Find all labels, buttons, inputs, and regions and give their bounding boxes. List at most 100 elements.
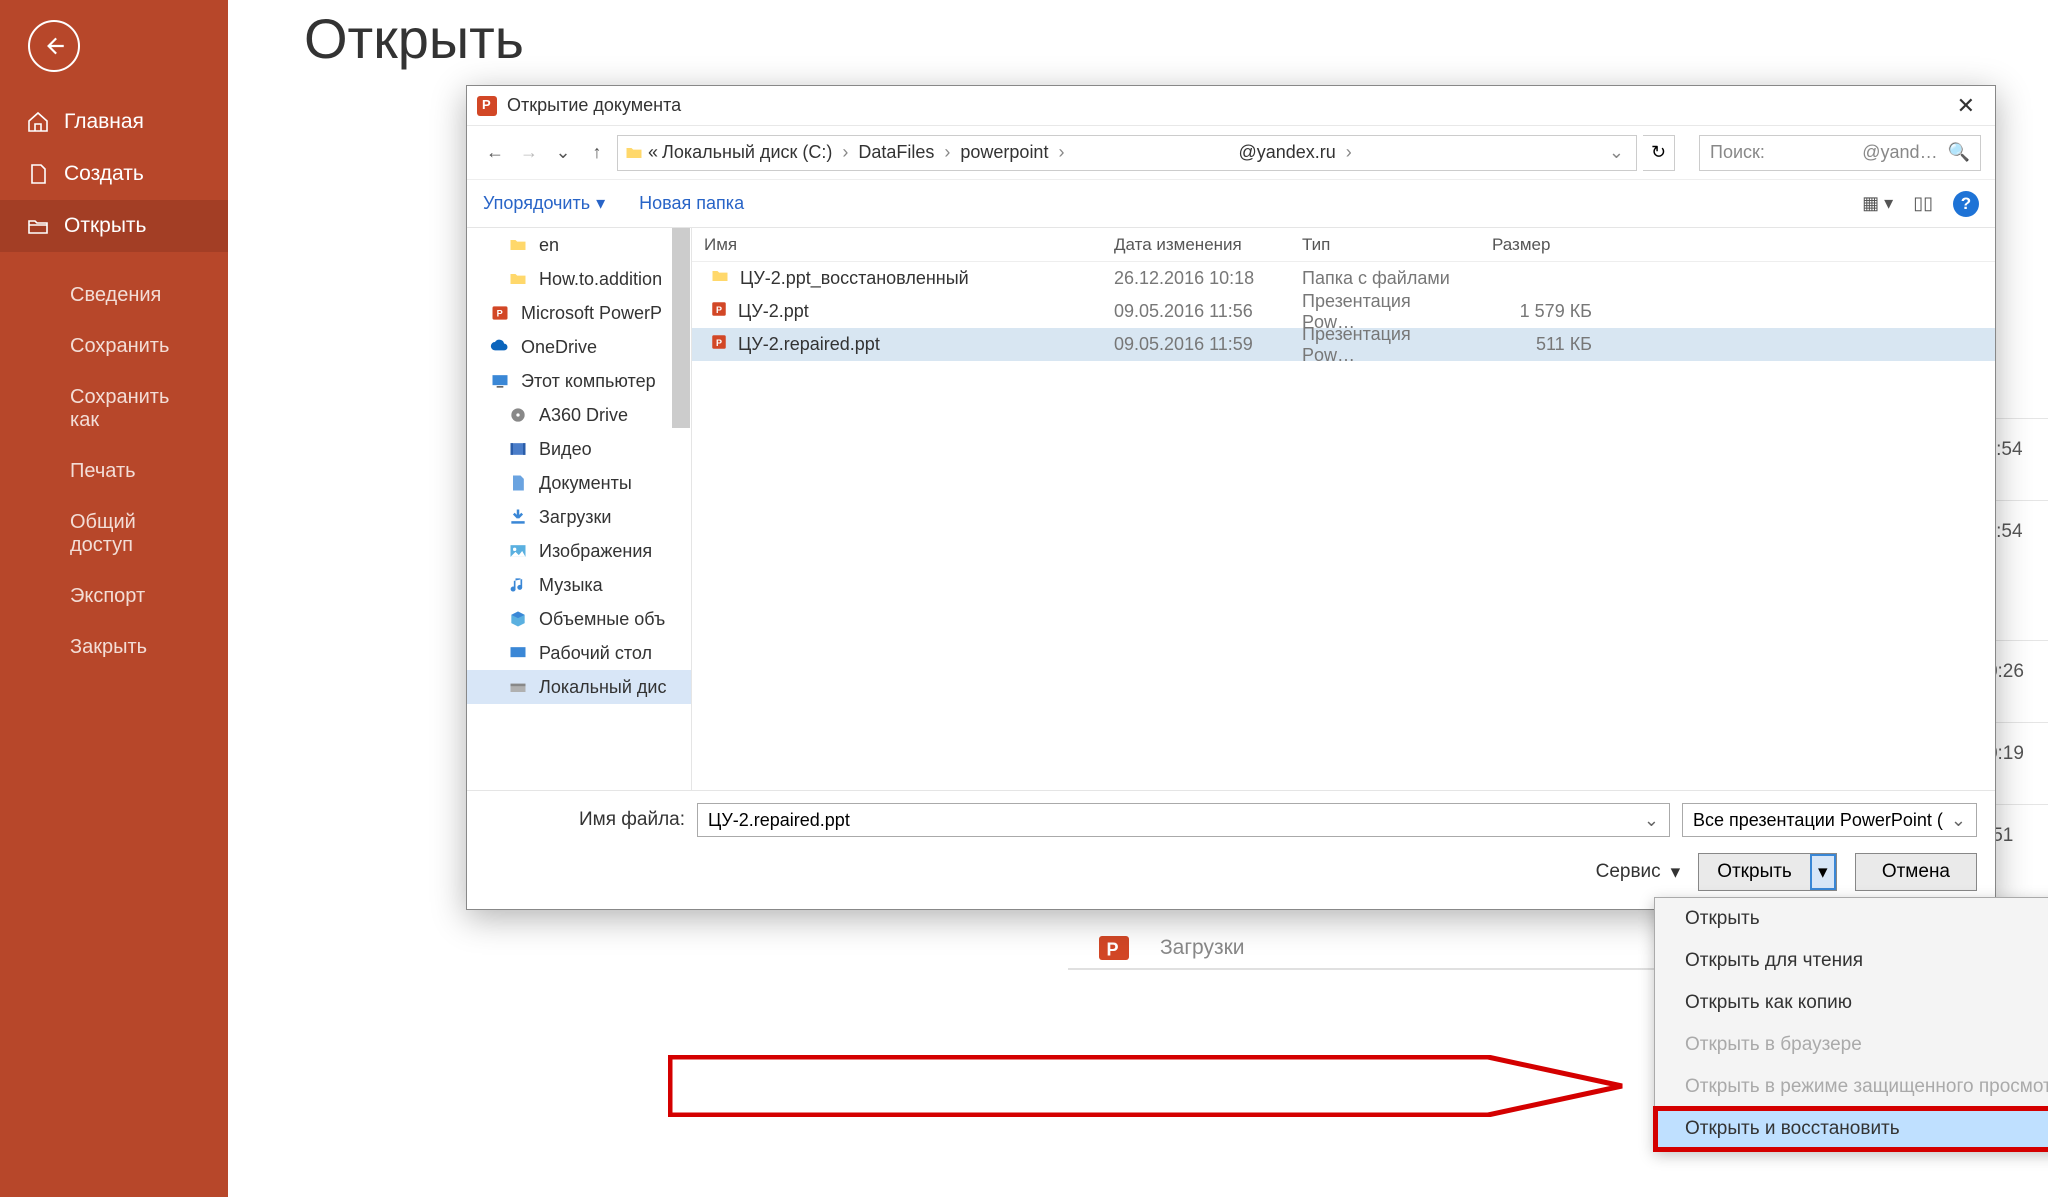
- tree-node[interactable]: How.to.addition: [467, 262, 691, 296]
- menu-item[interactable]: Открыть: [1655, 898, 2048, 940]
- video-icon: [507, 438, 529, 460]
- music-icon: [507, 574, 529, 596]
- open-dropdown-button[interactable]: ▾: [1810, 854, 1836, 890]
- sidebar-label: Открыть: [64, 214, 146, 238]
- nav-forward-button[interactable]: →: [515, 139, 543, 167]
- nav-up-button[interactable]: ↑: [583, 139, 611, 167]
- dialog-titlebar: Открытие документа ✕: [467, 86, 1995, 126]
- tree-node[interactable]: Видео: [467, 432, 691, 466]
- back-button[interactable]: [28, 20, 80, 72]
- folder-icon: [507, 234, 529, 256]
- organize-button[interactable]: Упорядочить▾: [483, 193, 605, 214]
- refresh-button[interactable]: ↻: [1643, 135, 1675, 171]
- folder-icon: [710, 266, 730, 291]
- tree-node[interactable]: Этот компьютер: [467, 364, 691, 398]
- tree-node[interactable]: Документы: [467, 466, 691, 500]
- svg-text:P: P: [716, 338, 722, 348]
- pp-icon: P: [489, 302, 511, 324]
- open-button[interactable]: Открыть ▾: [1698, 853, 1837, 891]
- file-icon: [26, 162, 50, 186]
- new-folder-button[interactable]: Новая папка: [639, 193, 744, 214]
- dl-icon: [507, 506, 529, 528]
- preview-pane-button[interactable]: ▯▯: [1913, 193, 1933, 214]
- svg-text:P: P: [716, 305, 722, 315]
- tree-node[interactable]: Объемные объ: [467, 602, 691, 636]
- col-size[interactable]: Размер: [1480, 235, 1600, 255]
- sidebar-item-info[interactable]: Сведения: [0, 270, 228, 321]
- open-dropdown-menu: ОткрытьОткрыть для чтенияОткрыть как коп…: [1654, 897, 2048, 1151]
- tree-node[interactable]: Загрузки: [467, 500, 691, 534]
- cloud-icon: [489, 336, 511, 358]
- page-title: Открыть: [304, 6, 524, 71]
- app-root: Главная Создать Открыть Сведения Сохрани…: [0, 0, 2048, 1197]
- sidebar-item-share[interactable]: Общий доступ: [0, 497, 228, 571]
- cancel-button[interactable]: Отмена: [1855, 853, 1977, 891]
- tree-node[interactable]: OneDrive: [467, 330, 691, 364]
- svg-text:P: P: [497, 308, 503, 318]
- filename-input[interactable]: ЦУ-2.repaired.ppt⌄: [697, 803, 1670, 837]
- file-row[interactable]: PЦУ-2.repaired.ppt 09.05.2016 11:59 През…: [692, 328, 1995, 361]
- menu-item[interactable]: Открыть и восстановить: [1655, 1108, 2048, 1150]
- folder-tree[interactable]: enHow.to.additionPMicrosoft PowerPOneDri…: [467, 228, 692, 790]
- file-filter[interactable]: Все презентации PowerPoint (⌄: [1682, 803, 1977, 837]
- scrollbar-thumb[interactable]: [672, 228, 690, 428]
- tree-node[interactable]: PMicrosoft PowerP: [467, 296, 691, 330]
- help-icon[interactable]: ?: [1953, 191, 1979, 217]
- pc-icon: [489, 370, 511, 392]
- col-date[interactable]: Дата изменения: [1102, 235, 1290, 255]
- main-area: Открыть Дата изменения яется при наведен…: [228, 0, 2048, 1197]
- col-type[interactable]: Тип: [1290, 235, 1480, 255]
- dialog-title-text: Открытие документа: [507, 95, 681, 116]
- tree-node[interactable]: A360 Drive: [467, 398, 691, 432]
- tree-node[interactable]: Рабочий стол: [467, 636, 691, 670]
- col-name[interactable]: Имя: [692, 235, 1102, 255]
- menu-item: Открыть в браузере: [1655, 1024, 2048, 1066]
- menu-item: Открыть в режиме защищенного просмотра: [1655, 1066, 2048, 1108]
- folder-open-icon: [26, 214, 50, 238]
- cube-icon: [507, 608, 529, 630]
- img-icon: [507, 540, 529, 562]
- sidebar-label: Главная: [64, 110, 144, 134]
- dialog-toolbar: Упорядочить▾ Новая папка ▦ ▾ ▯▯ ?: [467, 180, 1995, 228]
- tree-node[interactable]: Музыка: [467, 568, 691, 602]
- sidebar-item-saveas[interactable]: Сохранить как: [0, 372, 228, 446]
- sidebar-item-home[interactable]: Главная: [0, 96, 228, 148]
- bg-downloads[interactable]: P Загрузки: [1096, 930, 1245, 966]
- tree-node[interactable]: Локальный дис: [467, 670, 691, 704]
- desk-icon: [507, 642, 529, 664]
- ppt-icon: P: [710, 300, 728, 323]
- red-arrow-icon: [668, 1055, 1628, 1117]
- sidebar-item-print[interactable]: Печать: [0, 446, 228, 497]
- folder-icon: [624, 143, 644, 163]
- tree-node[interactable]: Изображения: [467, 534, 691, 568]
- powerpoint-icon: P: [1096, 930, 1132, 966]
- breadcrumb[interactable]: « Локальный диск (C:)› DataFiles› powerp…: [617, 135, 1637, 171]
- close-button[interactable]: ✕: [1947, 93, 1985, 119]
- folder-icon: [507, 268, 529, 290]
- chevron-down-icon[interactable]: ⌄: [1603, 142, 1630, 163]
- view-mode-button[interactable]: ▦ ▾: [1862, 193, 1893, 214]
- tree-node[interactable]: en: [467, 228, 691, 262]
- home-icon: [26, 110, 50, 134]
- sidebar-item-create[interactable]: Создать: [0, 148, 228, 200]
- search-input[interactable]: Поиск: @yand… 🔍: [1699, 135, 1981, 171]
- powerpoint-icon: [477, 96, 497, 116]
- tools-button[interactable]: Сервис▾: [1596, 861, 1681, 884]
- backstage-sidebar: Главная Создать Открыть Сведения Сохрани…: [0, 0, 228, 1197]
- menu-item[interactable]: Открыть для чтения: [1655, 940, 2048, 982]
- nav-recent-button[interactable]: ⌄: [549, 139, 577, 167]
- dialog-nav-bar: ← → ⌄ ↑ « Локальный диск (C:)› DataFiles…: [467, 126, 1995, 180]
- filename-label: Имя файла:: [485, 809, 685, 831]
- menu-item[interactable]: Открыть как копию: [1655, 982, 2048, 1024]
- dialog-footer: Имя файла: ЦУ-2.repaired.ppt⌄ Все презен…: [467, 790, 1995, 909]
- sidebar-item-export[interactable]: Экспорт: [0, 571, 228, 622]
- sidebar-label: Создать: [64, 162, 144, 186]
- ppt-icon: P: [710, 333, 728, 356]
- nav-back-button[interactable]: ←: [481, 139, 509, 167]
- sidebar-item-close[interactable]: Закрыть: [0, 622, 228, 673]
- disk-icon: [507, 404, 529, 426]
- doc-icon: [507, 472, 529, 494]
- svg-text:P: P: [1107, 940, 1119, 960]
- sidebar-item-save[interactable]: Сохранить: [0, 321, 228, 372]
- sidebar-item-open[interactable]: Открыть: [0, 200, 228, 252]
